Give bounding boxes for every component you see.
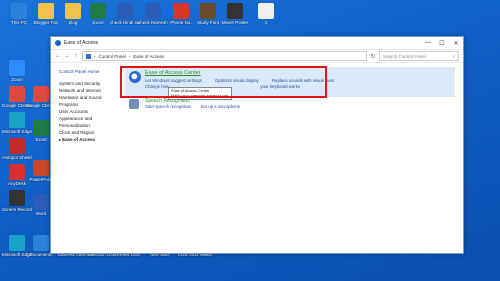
setup-microphone-link[interactable]: Set up a microphone — [201, 104, 241, 109]
close-button[interactable]: ✕ — [449, 40, 463, 47]
blogger-shortcut[interactable]: Blogger Fav — [33, 3, 59, 25]
screen-shortcut[interactable]: Screen Recorder — [2, 190, 32, 212]
pdf-icon — [173, 3, 189, 19]
sidebar-item-clock-and-region[interactable]: Clock and Region — [59, 129, 119, 136]
zoom-shortcut[interactable]: Zoom — [4, 60, 30, 82]
desktop-icon-label: check Ramesh English — [138, 20, 168, 25]
search-icon: ⌕ — [452, 53, 455, 59]
forward-icon[interactable]: → — [64, 53, 70, 59]
breadcrumb-ease-of-access[interactable]: Ease of Access — [133, 54, 164, 59]
control-panel-small-icon — [86, 53, 91, 59]
desktop-icon-label: Excel — [92, 20, 104, 25]
word3-icon — [33, 194, 49, 210]
desktop-icon-label: AnyDesk — [7, 181, 26, 186]
blogger-icon — [38, 3, 54, 19]
this-pc-shortcut[interactable]: This PC — [6, 3, 32, 25]
video-icon — [227, 3, 243, 19]
blog-shortcut[interactable]: blog — [60, 3, 86, 25]
search-placeholder: Search Control Panel — [383, 53, 426, 59]
desktop-icon-label: Phone No. — [170, 20, 192, 25]
minimize-button[interactable]: — — [421, 40, 435, 46]
breadcrumb[interactable]: › Control Panel › Ease of Access — [82, 51, 367, 61]
red-icon — [9, 138, 25, 154]
edge-icon — [9, 112, 25, 128]
control-panel-icon — [55, 40, 61, 46]
video-shortcut[interactable]: Movie Poster — [222, 3, 248, 25]
up-icon[interactable]: ↑ — [73, 53, 79, 59]
sidebar: Control Panel Home System and Security Ne… — [59, 69, 119, 143]
sidebar-item-appearance-and-personalization[interactable]: Appearance and Personalization — [59, 115, 119, 129]
desktop-icon-label: Movie Poster — [221, 20, 249, 25]
chrome2-icon — [33, 86, 49, 102]
search-input[interactable]: Search Control Panel ⌕ — [379, 51, 459, 61]
word2-shortcut[interactable]: check Ramesh English — [138, 3, 168, 25]
start-speech-link[interactable]: Start speech recognition — [145, 104, 191, 109]
desktop-icon-label: check Hindi status Englis — [110, 20, 140, 25]
desktop-icon-label: This PC — [10, 20, 27, 25]
window-title: Ease of Access — [64, 40, 99, 46]
sidebar-item-system-and-security[interactable]: System and Security — [59, 80, 119, 87]
title-bar: Ease of Access — ☐ ✕ — [51, 37, 463, 50]
sidebar-item-programs[interactable]: Programs — [59, 101, 119, 108]
ppt-icon — [33, 160, 49, 176]
breadcrumb-sep: › — [94, 53, 96, 59]
desktop-icon-label: Documents — [29, 252, 53, 257]
breadcrumb-control-panel[interactable]: Control Panel — [99, 54, 126, 59]
anydesk-icon — [9, 164, 25, 180]
desktop-icon-label: Excel — [35, 137, 47, 142]
edge2-shortcut[interactable]: Microsoft Edge — [2, 235, 32, 257]
desktop-icon-label: Study Font — [197, 20, 219, 25]
address-bar: ← → ↑ › Control Panel › Ease of Access ↻… — [51, 50, 463, 63]
desktop-icon-label: blog — [68, 20, 78, 25]
desktop-icon-label: Zoom — [11, 77, 23, 82]
word-icon — [117, 3, 133, 19]
breadcrumb-sep-2: › — [128, 53, 131, 59]
edge2-icon — [9, 235, 25, 251]
sidebar-item-ease-of-access[interactable]: Ease of Access — [59, 136, 119, 143]
image-shortcut[interactable]: Study Font — [195, 3, 221, 25]
sidebar-home-link[interactable]: Control Panel Home — [59, 69, 119, 74]
image-icon — [200, 3, 216, 19]
blog-icon — [65, 3, 81, 19]
chrome-icon — [9, 86, 25, 102]
maximize-button[interactable]: ☐ — [435, 40, 449, 47]
desktop-icon-label: Blogger Fav — [33, 20, 59, 25]
highlight-box — [120, 66, 327, 98]
zoom-icon — [9, 60, 25, 76]
doc-icon — [33, 235, 49, 251]
desktop-icon-label: Word — [35, 211, 47, 216]
pdf-shortcut[interactable]: Phone No. — [168, 3, 194, 25]
anydesk-shortcut[interactable]: AnyDesk — [4, 164, 30, 186]
sidebar-item-hardware-and-sound[interactable]: Hardware and Sound — [59, 94, 119, 101]
word-shortcut[interactable]: check Hindi status Englis — [110, 3, 140, 25]
toggle-shortcut[interactable]: 1 — [253, 3, 279, 25]
sidebar-item-network-and-internet[interactable]: Network and Internet — [59, 87, 119, 94]
desktop-icon-label: 1 — [264, 20, 268, 25]
red-shortcut[interactable]: Hotspot Shield — [2, 138, 32, 160]
back-icon[interactable]: ← — [55, 53, 61, 59]
this-pc-icon — [11, 3, 27, 19]
sidebar-item-user-accounts[interactable]: User Accounts — [59, 108, 119, 115]
excel-shortcut[interactable]: Excel — [85, 3, 111, 25]
excel-icon — [90, 3, 106, 19]
toggle-icon — [258, 3, 274, 19]
speech-recognition-row: Speech Recognition Start speech recognit… — [125, 98, 455, 114]
word2-icon — [145, 3, 161, 19]
excel2-icon — [33, 120, 49, 136]
screen-icon — [9, 190, 25, 206]
refresh-icon[interactable]: ↻ — [370, 53, 376, 60]
edge-shortcut[interactable]: Microsoft Edge — [2, 112, 32, 134]
microphone-icon — [129, 99, 139, 109]
